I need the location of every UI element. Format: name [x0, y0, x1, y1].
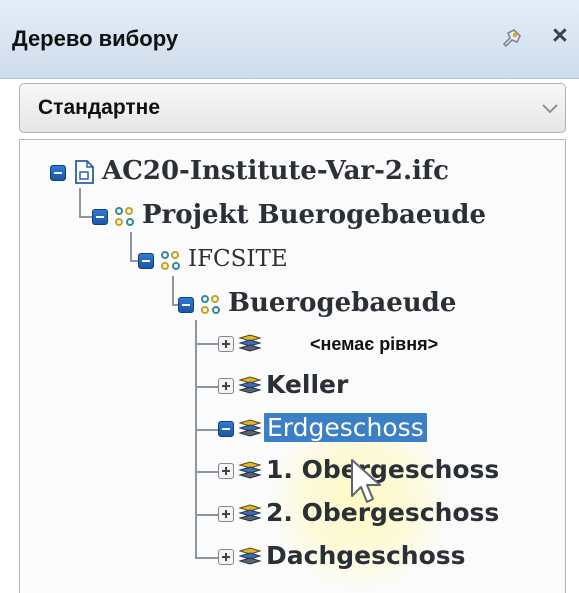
expand-toggle[interactable] [218, 506, 234, 522]
layers-icon [238, 547, 262, 565]
collapse-toggle[interactable] [50, 165, 66, 181]
tree-connector [195, 471, 219, 473]
tree-node-label: Keller [266, 370, 349, 399]
tree-node-level[interactable]: 1. Obergeschoss [218, 455, 558, 489]
dropdown-selected-value: Стандартне [38, 96, 161, 119]
layers-icon [238, 419, 262, 437]
tree-connector [195, 320, 197, 558]
hierarchy-icon [161, 251, 180, 270]
tree-node-level[interactable]: 2. Obergeschoss [218, 498, 558, 532]
panel-title: Дерево вибору [12, 26, 179, 51]
expand-toggle[interactable] [218, 421, 234, 437]
mouse-pointer-icon [351, 459, 381, 503]
tree-node-label: IFCSITE [188, 246, 288, 272]
expand-toggle[interactable] [218, 378, 234, 394]
tree-connector [130, 232, 132, 262]
tree-node-label: Dachgeschoss [266, 541, 466, 570]
expand-toggle[interactable] [218, 463, 234, 479]
selection-tree: AC20-Institute-Var-2.ifc Projekt Bueroge… [19, 139, 566, 593]
collapse-toggle[interactable] [92, 209, 108, 225]
panel-title-bar: Дерево вибору × [0, 0, 579, 79]
layers-icon [238, 504, 262, 522]
file-icon [75, 160, 94, 184]
hierarchy-icon [115, 207, 134, 226]
tree-node-project[interactable]: Projekt Buerogebaeude [92, 200, 542, 234]
tree-connector [195, 429, 219, 431]
hierarchy-icon [201, 295, 220, 314]
tree-connector [195, 343, 219, 345]
tree-node-root[interactable]: AC20-Institute-Var-2.ifc [50, 156, 530, 190]
tree-node-level[interactable]: <немає рівня> [218, 328, 518, 362]
tree-node-label: Projekt Buerogebaeude [142, 200, 486, 230]
expand-toggle[interactable] [218, 549, 234, 565]
tree-node-site[interactable]: IFCSITE [138, 244, 338, 278]
tree-connector [195, 557, 219, 559]
tree-node-label: AC20-Institute-Var-2.ifc [102, 156, 449, 186]
tree-node-label: Buerogebaeude [228, 288, 457, 318]
expand-toggle[interactable] [218, 336, 234, 352]
tree-node-level-selected[interactable]: Erdgeschoss [218, 413, 518, 447]
collapse-toggle[interactable] [138, 253, 154, 269]
tree-node-label: <немає рівня> [310, 334, 439, 354]
tree-node-level[interactable]: Keller [218, 370, 518, 404]
chevron-down-icon [542, 104, 558, 114]
tree-node-label: Erdgeschoss [264, 413, 427, 442]
tree-node-level[interactable]: Dachgeschoss [218, 541, 538, 575]
tree-mode-dropdown[interactable]: Стандартне [19, 83, 566, 133]
close-button[interactable]: × [552, 20, 568, 51]
layers-icon [238, 461, 262, 479]
pin-icon[interactable] [498, 24, 526, 52]
tree-connector [79, 188, 81, 218]
tree-connector [172, 276, 174, 306]
tree-node-building[interactable]: Buerogebaeude [178, 288, 518, 322]
layers-icon [238, 334, 262, 352]
layers-icon [238, 376, 262, 394]
tree-connector [195, 386, 219, 388]
tree-connector [195, 514, 219, 516]
collapse-toggle[interactable] [178, 297, 194, 313]
